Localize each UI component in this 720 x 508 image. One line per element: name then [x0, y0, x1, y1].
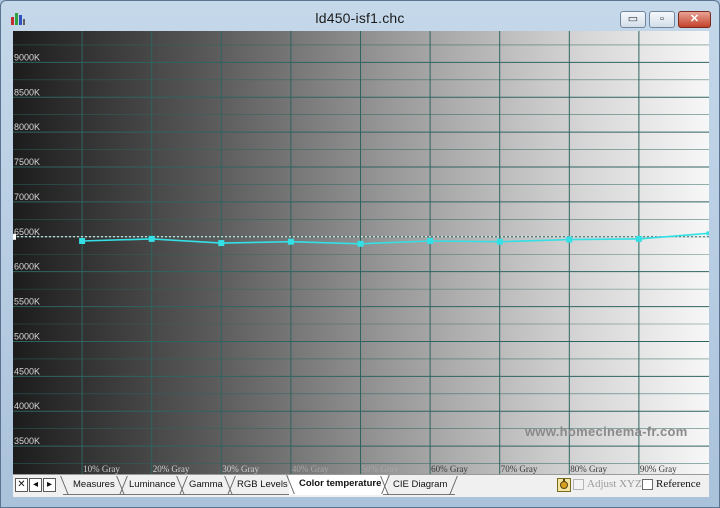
data-point [218, 240, 225, 247]
adjust-xyz-label: Adjust XYZ [587, 478, 642, 490]
x-tick-label: 80% Gray [570, 464, 607, 474]
reference-marker [13, 233, 16, 240]
x-tick-label: 70% Gray [501, 464, 538, 474]
x-tick-label: 40% Gray [292, 464, 329, 474]
close-tab-button[interactable]: ✕ [15, 478, 28, 492]
close-button[interactable]: ✕ [678, 11, 711, 28]
color-temperature-chart[interactable]: 9000K 8500K 8000K 7500K 7000K 6500K 6000K 5500K… [13, 31, 709, 474]
probe-icon[interactable] [557, 478, 571, 492]
y-tick-label: 4500K [14, 366, 40, 376]
data-point [79, 237, 86, 244]
y-tick-label: 8500K [14, 87, 40, 97]
data-point [287, 238, 294, 245]
x-tick-label: 10% Gray [83, 464, 120, 474]
title-bar[interactable]: ld450-isf1.chc ▭ ▫ ✕ [1, 1, 719, 31]
chart-canvas: 9000K 8500K 8000K 7500K 7000K 6500K 6000K 5500K… [13, 31, 709, 474]
y-tick-label: 5500K [14, 297, 40, 307]
app-window: ld450-isf1.chc ▭ ▫ ✕ 9000K 8500K 8000K 7500… [0, 0, 720, 508]
scroll-left-button[interactable]: ◂ [29, 478, 42, 492]
window-title: ld450-isf1.chc [315, 10, 405, 26]
y-tick-label: 7500K [14, 157, 40, 167]
data-point [148, 235, 155, 242]
y-tick-label: 6000K [14, 262, 40, 272]
x-tick-label: 90% Gray [640, 464, 677, 474]
adjust-xyz-checkbox[interactable] [573, 479, 584, 490]
y-tick-label: 7000K [14, 192, 40, 202]
x-tick-label: 20% Gray [153, 464, 190, 474]
data-point [496, 238, 503, 245]
maximize-button[interactable]: ▫ [649, 11, 675, 28]
tab-color-temperature[interactable]: Color temperature [289, 475, 387, 495]
watermark: www.homecinema-fr.com [525, 424, 688, 439]
y-tick-label: 9000K [14, 52, 40, 62]
y-tick-label: 5000K [14, 331, 40, 341]
reference-label: Reference [656, 478, 701, 490]
data-point [427, 237, 434, 244]
data-point [635, 235, 642, 242]
x-tick-label: 60% Gray [431, 464, 468, 474]
series-line [82, 232, 709, 245]
scroll-right-button[interactable]: ▸ [43, 478, 56, 492]
tab-bar: ✕ ◂ ▸ Measures Luminance Gamma RGB Level… [13, 474, 709, 497]
data-point [566, 236, 573, 243]
tab-measures[interactable]: Measures [63, 476, 125, 495]
x-tick-label: 50% Gray [362, 464, 399, 474]
y-tick-label: 6500K [14, 227, 40, 237]
data-point [357, 240, 364, 247]
reference-checkbox[interactable] [642, 479, 653, 490]
tab-rgb-levels[interactable]: RGB Levels [227, 476, 295, 495]
minimize-button[interactable]: ▭ [620, 11, 646, 28]
x-tick-label: 30% Gray [222, 464, 259, 474]
y-tick-label: 8000K [14, 122, 40, 132]
tab-cie-diagram[interactable]: CIE Diagram [383, 476, 455, 495]
data-point [706, 231, 709, 236]
y-tick-label: 3500K [14, 436, 40, 446]
y-tick-label: 4000K [14, 401, 40, 411]
tab-luminance[interactable]: Luminance [119, 476, 185, 495]
